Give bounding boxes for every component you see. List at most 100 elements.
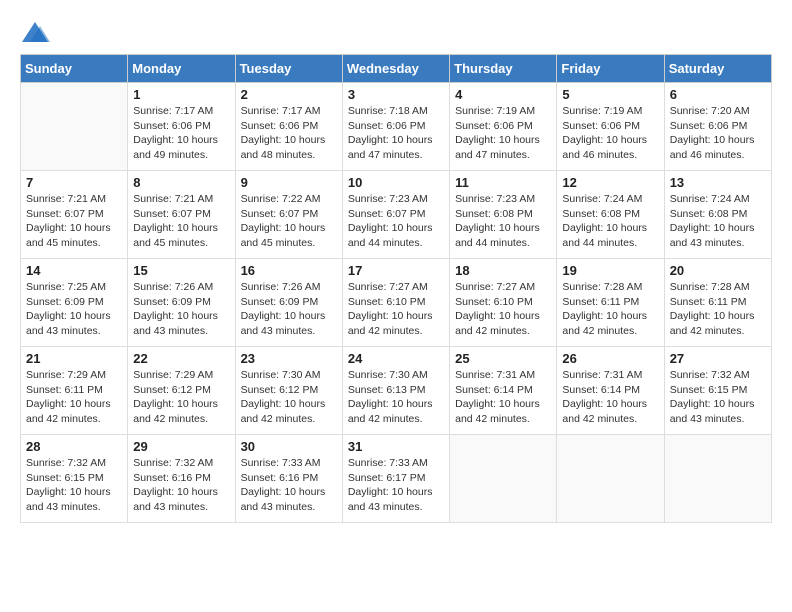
day-info: Sunrise: 7:24 AM Sunset: 6:08 PM Dayligh… — [670, 192, 766, 251]
day-number: 29 — [133, 439, 229, 454]
calendar-day-cell: 14 Sunrise: 7:25 AM Sunset: 6:09 PM Dayli… — [21, 259, 128, 347]
day-number: 1 — [133, 87, 229, 102]
calendar-day-cell: 18Sunrise: 7:27 AM Sunset: 6:10 PM Dayli… — [450, 259, 557, 347]
calendar-day-cell: 25 Sunrise: 7:31 AM Sunset: 6:14 PM Dayli… — [450, 347, 557, 435]
day-number: 20 — [670, 263, 766, 278]
calendar-day-cell: 11 Sunrise: 7:23 AM Sunset: 6:08 PM Dayli… — [450, 171, 557, 259]
day-info: Sunrise: 7:24 AM Sunset: 6:08 PM Dayligh… — [562, 192, 658, 251]
calendar-day-cell: 31 Sunrise: 7:33 AM Sunset: 6:17 PM Dayli… — [342, 435, 449, 523]
day-of-week-header: Monday — [128, 55, 235, 83]
day-number: 27 — [670, 351, 766, 366]
day-info: Sunrise: 7:23 AM Sunset: 6:07 PM Dayligh… — [348, 192, 444, 251]
day-info: Sunrise: 7:31 AM Sunset: 6:14 PM Dayligh… — [455, 368, 551, 427]
calendar-day-cell — [557, 435, 664, 523]
day-info: Sunrise: 7:27 AM Sunset: 6:10 PM Dayligh… — [348, 280, 444, 339]
day-info: Sunrise: 7:30 AM Sunset: 6:12 PM Dayligh… — [241, 368, 337, 427]
day-info: Sunrise: 7:21 AM Sunset: 6:07 PM Dayligh… — [26, 192, 122, 251]
calendar-day-cell: 4 Sunrise: 7:19 AM Sunset: 6:06 PM Daylig… — [450, 83, 557, 171]
day-number: 25 — [455, 351, 551, 366]
calendar-day-cell: 15Sunrise: 7:26 AM Sunset: 6:09 PM Dayli… — [128, 259, 235, 347]
calendar-body: 1 Sunrise: 7:17 AM Sunset: 6:06 PM Daylig… — [21, 83, 772, 523]
calendar-day-cell: 12 Sunrise: 7:24 AM Sunset: 6:08 PM Dayli… — [557, 171, 664, 259]
calendar-day-cell: 5 Sunrise: 7:19 AM Sunset: 6:06 PM Daylig… — [557, 83, 664, 171]
day-number: 2 — [241, 87, 337, 102]
calendar-header: SundayMondayTuesdayWednesdayThursdayFrid… — [21, 55, 772, 83]
day-info: Sunrise: 7:22 AM Sunset: 6:07 PM Dayligh… — [241, 192, 337, 251]
calendar-day-cell: 8 Sunrise: 7:21 AM Sunset: 6:07 PM Daylig… — [128, 171, 235, 259]
day-info: Sunrise: 7:29 AM Sunset: 6:12 PM Dayligh… — [133, 368, 229, 427]
day-info: Sunrise: 7:20 AM Sunset: 6:06 PM Dayligh… — [670, 104, 766, 163]
calendar-day-cell: 29Sunrise: 7:32 AM Sunset: 6:16 PM Dayli… — [128, 435, 235, 523]
calendar-day-cell: 27 Sunrise: 7:32 AM Sunset: 6:15 PM Dayli… — [664, 347, 771, 435]
logo — [20, 20, 54, 44]
calendar-day-cell: 22 Sunrise: 7:29 AM Sunset: 6:12 PM Dayli… — [128, 347, 235, 435]
day-of-week-header: Thursday — [450, 55, 557, 83]
calendar-day-cell: 19Sunrise: 7:28 AM Sunset: 6:11 PM Dayli… — [557, 259, 664, 347]
calendar-day-cell: 17Sunrise: 7:27 AM Sunset: 6:10 PM Dayli… — [342, 259, 449, 347]
day-info: Sunrise: 7:28 AM Sunset: 6:11 PM Dayligh… — [670, 280, 766, 339]
day-of-week-header: Sunday — [21, 55, 128, 83]
calendar-day-cell — [450, 435, 557, 523]
day-info: Sunrise: 7:32 AM Sunset: 6:15 PM Dayligh… — [670, 368, 766, 427]
day-info: Sunrise: 7:30 AM Sunset: 6:13 PM Dayligh… — [348, 368, 444, 427]
calendar-week-row: 28Sunrise: 7:32 AM Sunset: 6:15 PM Dayli… — [21, 435, 772, 523]
calendar-day-cell: 26Sunrise: 7:31 AM Sunset: 6:14 PM Dayli… — [557, 347, 664, 435]
day-number: 12 — [562, 175, 658, 190]
day-number: 31 — [348, 439, 444, 454]
day-info: Sunrise: 7:17 AM Sunset: 6:06 PM Dayligh… — [133, 104, 229, 163]
day-info: Sunrise: 7:17 AM Sunset: 6:06 PM Dayligh… — [241, 104, 337, 163]
day-info: Sunrise: 7:18 AM Sunset: 6:06 PM Dayligh… — [348, 104, 444, 163]
day-number: 6 — [670, 87, 766, 102]
calendar-week-row: 14 Sunrise: 7:25 AM Sunset: 6:09 PM Dayli… — [21, 259, 772, 347]
day-info: Sunrise: 7:19 AM Sunset: 6:06 PM Dayligh… — [562, 104, 658, 163]
calendar-day-cell: 24 Sunrise: 7:30 AM Sunset: 6:13 PM Dayli… — [342, 347, 449, 435]
calendar-day-cell: 13Sunrise: 7:24 AM Sunset: 6:08 PM Dayli… — [664, 171, 771, 259]
calendar-day-cell: 7 Sunrise: 7:21 AM Sunset: 6:07 PM Daylig… — [21, 171, 128, 259]
day-number: 14 — [26, 263, 122, 278]
day-number: 22 — [133, 351, 229, 366]
calendar-week-row: 7 Sunrise: 7:21 AM Sunset: 6:07 PM Daylig… — [21, 171, 772, 259]
day-of-week-header: Tuesday — [235, 55, 342, 83]
day-number: 7 — [26, 175, 122, 190]
calendar-week-row: 1 Sunrise: 7:17 AM Sunset: 6:06 PM Daylig… — [21, 83, 772, 171]
calendar-day-cell: 2 Sunrise: 7:17 AM Sunset: 6:06 PM Daylig… — [235, 83, 342, 171]
calendar-day-cell: 9 Sunrise: 7:22 AM Sunset: 6:07 PM Daylig… — [235, 171, 342, 259]
calendar-day-cell: 3Sunrise: 7:18 AM Sunset: 6:06 PM Daylig… — [342, 83, 449, 171]
day-number: 4 — [455, 87, 551, 102]
day-number: 24 — [348, 351, 444, 366]
day-number: 8 — [133, 175, 229, 190]
calendar-day-cell: 23 Sunrise: 7:30 AM Sunset: 6:12 PM Dayli… — [235, 347, 342, 435]
calendar-day-cell: 16Sunrise: 7:26 AM Sunset: 6:09 PM Dayli… — [235, 259, 342, 347]
day-info: Sunrise: 7:23 AM Sunset: 6:08 PM Dayligh… — [455, 192, 551, 251]
day-number: 10 — [348, 175, 444, 190]
day-info: Sunrise: 7:25 AM Sunset: 6:09 PM Dayligh… — [26, 280, 122, 339]
day-info: Sunrise: 7:31 AM Sunset: 6:14 PM Dayligh… — [562, 368, 658, 427]
day-number: 23 — [241, 351, 337, 366]
calendar-table: SundayMondayTuesdayWednesdayThursdayFrid… — [20, 54, 772, 523]
calendar-day-cell: 21 Sunrise: 7:29 AM Sunset: 6:11 PM Dayli… — [21, 347, 128, 435]
calendar-day-cell: 1 Sunrise: 7:17 AM Sunset: 6:06 PM Daylig… — [128, 83, 235, 171]
day-number: 5 — [562, 87, 658, 102]
day-info: Sunrise: 7:19 AM Sunset: 6:06 PM Dayligh… — [455, 104, 551, 163]
day-number: 21 — [26, 351, 122, 366]
day-info: Sunrise: 7:33 AM Sunset: 6:17 PM Dayligh… — [348, 456, 444, 515]
day-info: Sunrise: 7:32 AM Sunset: 6:15 PM Dayligh… — [26, 456, 122, 515]
day-info: Sunrise: 7:21 AM Sunset: 6:07 PM Dayligh… — [133, 192, 229, 251]
day-of-week-header: Wednesday — [342, 55, 449, 83]
day-of-week-header: Saturday — [664, 55, 771, 83]
calendar-day-cell: 20 Sunrise: 7:28 AM Sunset: 6:11 PM Dayli… — [664, 259, 771, 347]
calendar-day-cell: 10 Sunrise: 7:23 AM Sunset: 6:07 PM Dayli… — [342, 171, 449, 259]
day-number: 9 — [241, 175, 337, 190]
day-info: Sunrise: 7:33 AM Sunset: 6:16 PM Dayligh… — [241, 456, 337, 515]
day-of-week-header: Friday — [557, 55, 664, 83]
calendar-day-cell — [21, 83, 128, 171]
day-number: 11 — [455, 175, 551, 190]
header-row: SundayMondayTuesdayWednesdayThursdayFrid… — [21, 55, 772, 83]
calendar-week-row: 21 Sunrise: 7:29 AM Sunset: 6:11 PM Dayli… — [21, 347, 772, 435]
day-number: 30 — [241, 439, 337, 454]
day-number: 16 — [241, 263, 337, 278]
day-info: Sunrise: 7:29 AM Sunset: 6:11 PM Dayligh… — [26, 368, 122, 427]
day-info: Sunrise: 7:26 AM Sunset: 6:09 PM Dayligh… — [133, 280, 229, 339]
logo-icon — [20, 20, 50, 44]
day-info: Sunrise: 7:28 AM Sunset: 6:11 PM Dayligh… — [562, 280, 658, 339]
